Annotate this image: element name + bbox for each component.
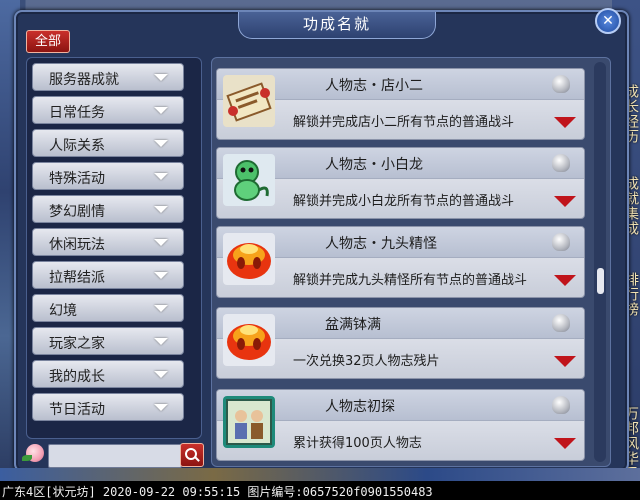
category-label: 特殊活动	[49, 171, 105, 187]
bell-icon	[552, 154, 570, 172]
chevron-down-icon	[154, 338, 168, 345]
bell-icon	[552, 314, 570, 332]
expand-arrow-icon[interactable]	[554, 117, 576, 128]
achievement-card[interactable]: 人物志初探 累计获得100页人物志	[216, 389, 585, 461]
chevron-down-icon	[154, 173, 168, 180]
bell-icon	[552, 396, 570, 414]
expand-arrow-icon[interactable]	[554, 275, 576, 286]
chevron-down-icon	[154, 404, 168, 411]
search-icon-handle	[194, 456, 200, 462]
category-item[interactable]: 日常任务	[32, 96, 184, 124]
expand-arrow-icon[interactable]	[554, 356, 576, 367]
chevron-down-icon	[154, 206, 168, 213]
category-label: 休闲玩法	[49, 237, 105, 253]
category-label: 梦幻剧情	[49, 204, 105, 220]
bell-icon	[552, 233, 570, 251]
search-input[interactable]	[48, 444, 182, 468]
category-item[interactable]: 人际关系	[32, 129, 184, 157]
chevron-down-icon	[154, 305, 168, 312]
chevron-down-icon	[154, 239, 168, 246]
achievement-title: 人物志・九头精怪	[325, 236, 437, 252]
search-button[interactable]	[180, 443, 204, 467]
category-label: 节日活动	[49, 402, 105, 418]
portrait-icon	[223, 396, 275, 448]
achievement-title: 人物志初探	[325, 399, 395, 415]
achievement-desc: 一次兑换32页人物志残片	[293, 354, 440, 369]
peach-leaf-icon	[22, 455, 32, 461]
category-item[interactable]: 梦幻剧情	[32, 195, 184, 223]
category-label: 玩家之家	[49, 336, 105, 352]
green-dragon-icon	[223, 154, 275, 206]
category-label: 我的成长	[49, 369, 105, 385]
bell-icon	[552, 75, 570, 93]
category-item[interactable]: 特殊活动	[32, 162, 184, 190]
chevron-down-icon	[154, 272, 168, 279]
list-scrollbar[interactable]	[594, 62, 606, 462]
expand-arrow-icon[interactable]	[554, 438, 576, 449]
chevron-down-icon	[154, 371, 168, 378]
scroll-icon	[223, 75, 275, 127]
achievement-title: 人物志・小白龙	[325, 157, 423, 173]
achievement-card[interactable]: 人物志・小白龙 解锁并完成小白龙所有节点的普通战斗	[216, 147, 585, 219]
achievement-title: 盆满钵满	[325, 317, 381, 333]
category-item[interactable]: 我的成长	[32, 360, 184, 388]
achievement-title: 人物志・店小二	[325, 78, 423, 94]
scrollbar-thumb[interactable]	[597, 268, 604, 294]
red-orb-icon	[223, 314, 275, 366]
category-item[interactable]: 服务器成就	[32, 63, 184, 91]
game-bottom-scene	[0, 468, 640, 481]
expand-arrow-icon[interactable]	[554, 196, 576, 207]
achievement-card[interactable]: 盆满钵满 一次兑换32页人物志残片	[216, 307, 585, 379]
chevron-down-icon	[154, 140, 168, 147]
filter-all-tab[interactable]: 全部	[26, 30, 70, 53]
category-item[interactable]: 节日活动	[32, 393, 184, 421]
category-item[interactable]: 拉帮结派	[32, 261, 184, 289]
chevron-down-icon	[154, 107, 168, 114]
category-label: 日常任务	[49, 105, 105, 121]
achievement-desc: 解锁并完成九头精怪所有节点的普通战斗	[293, 273, 528, 288]
category-label: 人际关系	[49, 138, 105, 154]
close-button[interactable]: ✕	[595, 8, 621, 34]
category-item[interactable]: 幻境	[32, 294, 184, 322]
category-label: 拉帮结派	[49, 270, 105, 286]
status-text: 广东4区[状元坊] 2020-09-22 09:55:15 图片编号:06575…	[2, 485, 433, 499]
category-label: 服务器成就	[49, 72, 119, 88]
status-bar: 广东4区[状元坊] 2020-09-22 09:55:15 图片编号:06575…	[0, 481, 640, 500]
category-item[interactable]: 玩家之家	[32, 327, 184, 355]
achievement-desc: 解锁并完成小白龙所有节点的普通战斗	[293, 194, 515, 209]
window-title: 功成名就	[238, 12, 436, 39]
achievement-card[interactable]: 人物志・九头精怪 解锁并完成九头精怪所有节点的普通战斗	[216, 226, 585, 298]
achievement-card[interactable]: 人物志・店小二 解锁并完成店小二所有节点的普通战斗	[216, 68, 585, 140]
chevron-down-icon	[154, 74, 168, 81]
red-orb-icon	[223, 233, 275, 285]
category-label: 幻境	[49, 303, 77, 319]
achievement-desc: 累计获得100页人物志	[293, 436, 422, 451]
category-item[interactable]: 休闲玩法	[32, 228, 184, 256]
achievement-desc: 解锁并完成店小二所有节点的普通战斗	[293, 115, 515, 130]
